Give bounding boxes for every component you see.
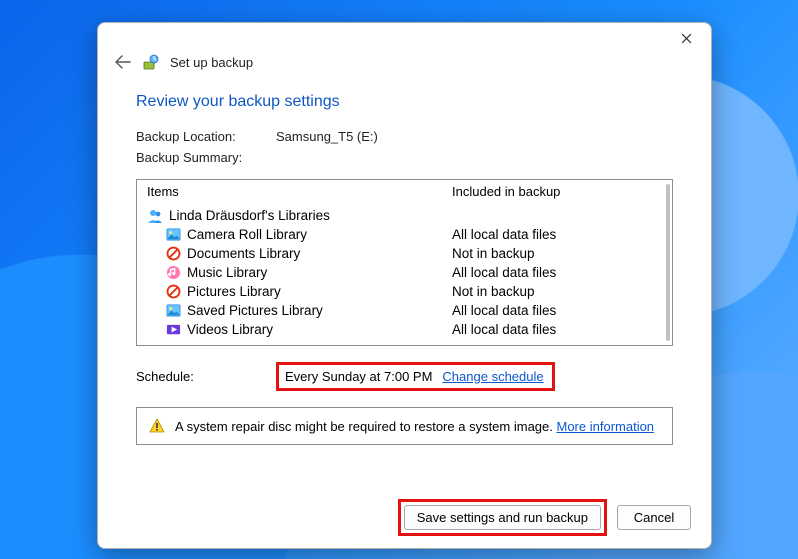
summary-row[interactable]: Documents Library Not in backup [147,244,664,263]
cancel-button[interactable]: Cancel [617,505,691,530]
dialog-header: Set up backup [98,53,711,77]
summary-item-label: Pictures Library [187,284,452,299]
backup-location-value: Samsung_T5 (E:) [276,129,378,144]
save-settings-button[interactable]: Save settings and run backup [404,505,601,530]
backup-dialog: Set up backup Review your backup setting… [97,22,712,549]
summary-row[interactable]: Camera Roll Library All local data files [147,225,664,244]
section-heading: Review your backup settings [136,93,673,111]
summary-row[interactable]: Saved Pictures Library All local data fi… [147,301,664,320]
warning-icon [149,418,165,434]
summary-row[interactable]: Videos Library All local data files [147,320,664,339]
dialog-content: Review your backup settings Backup Locat… [98,77,711,498]
schedule-value: Every Sunday at 7:00 PM [285,369,432,384]
summary-item-included: All local data files [452,322,664,337]
summary-item-included: All local data files [452,227,664,242]
summary-list[interactable]: Linda Dräusdorf's Libraries Camera Roll … [137,206,672,345]
backup-location-label: Backup Location: [136,129,276,144]
summary-group-row[interactable]: Linda Dräusdorf's Libraries [147,206,664,225]
warning-box: A system repair disc might be required t… [136,407,673,445]
summary-group-label: Linda Dräusdorf's Libraries [169,208,452,223]
summary-item-included: Not in backup [452,284,664,299]
change-schedule-link[interactable]: Change schedule [442,369,543,384]
music-icon [165,265,181,281]
summary-item-included: All local data files [452,303,664,318]
summary-scrollbar[interactable] [666,184,670,341]
back-button[interactable] [114,53,132,71]
close-button[interactable] [667,26,705,50]
column-header-items: Items [147,184,452,199]
summary-item-label: Saved Pictures Library [187,303,452,318]
backup-summary-label: Backup Summary: [136,150,276,165]
summary-row[interactable]: Music Library All local data files [147,263,664,282]
dialog-title: Set up backup [170,55,253,70]
backup-location-row: Backup Location: Samsung_T5 (E:) [136,129,673,144]
summary-item-included: All local data files [452,265,664,280]
summary-item-included: Not in backup [452,246,664,261]
backup-summary-label-row: Backup Summary: [136,150,673,165]
deny-icon [165,284,181,300]
summary-item-label: Videos Library [187,322,452,337]
backup-summary-box: Items Included in backup Linda Dräusdorf… [136,179,673,346]
schedule-row: Schedule: Every Sunday at 7:00 PM Change… [136,362,673,391]
summary-item-label: Camera Roll Library [187,227,452,242]
warning-text: A system repair disc might be required t… [175,419,654,434]
deny-icon [165,246,181,262]
column-header-included: Included in backup [452,184,664,199]
back-arrow-icon [115,55,131,69]
backup-app-icon [142,53,160,71]
video-icon [165,322,181,338]
summary-row[interactable]: Pictures Library Not in backup [147,282,664,301]
schedule-label: Schedule: [136,369,276,384]
photo-icon [165,303,181,319]
save-button-highlight: Save settings and run backup [398,499,607,536]
dialog-footer: Save settings and run backup Cancel [98,498,711,548]
warning-message: A system repair disc might be required t… [175,419,557,434]
schedule-highlight: Every Sunday at 7:00 PM Change schedule [276,362,555,391]
summary-item-label: Documents Library [187,246,452,261]
summary-header-row: Items Included in backup [137,180,672,204]
photo-icon [165,227,181,243]
users-icon [147,208,163,224]
titlebar [98,23,711,53]
more-information-link[interactable]: More information [557,419,655,434]
close-icon [681,33,692,44]
summary-item-label: Music Library [187,265,452,280]
